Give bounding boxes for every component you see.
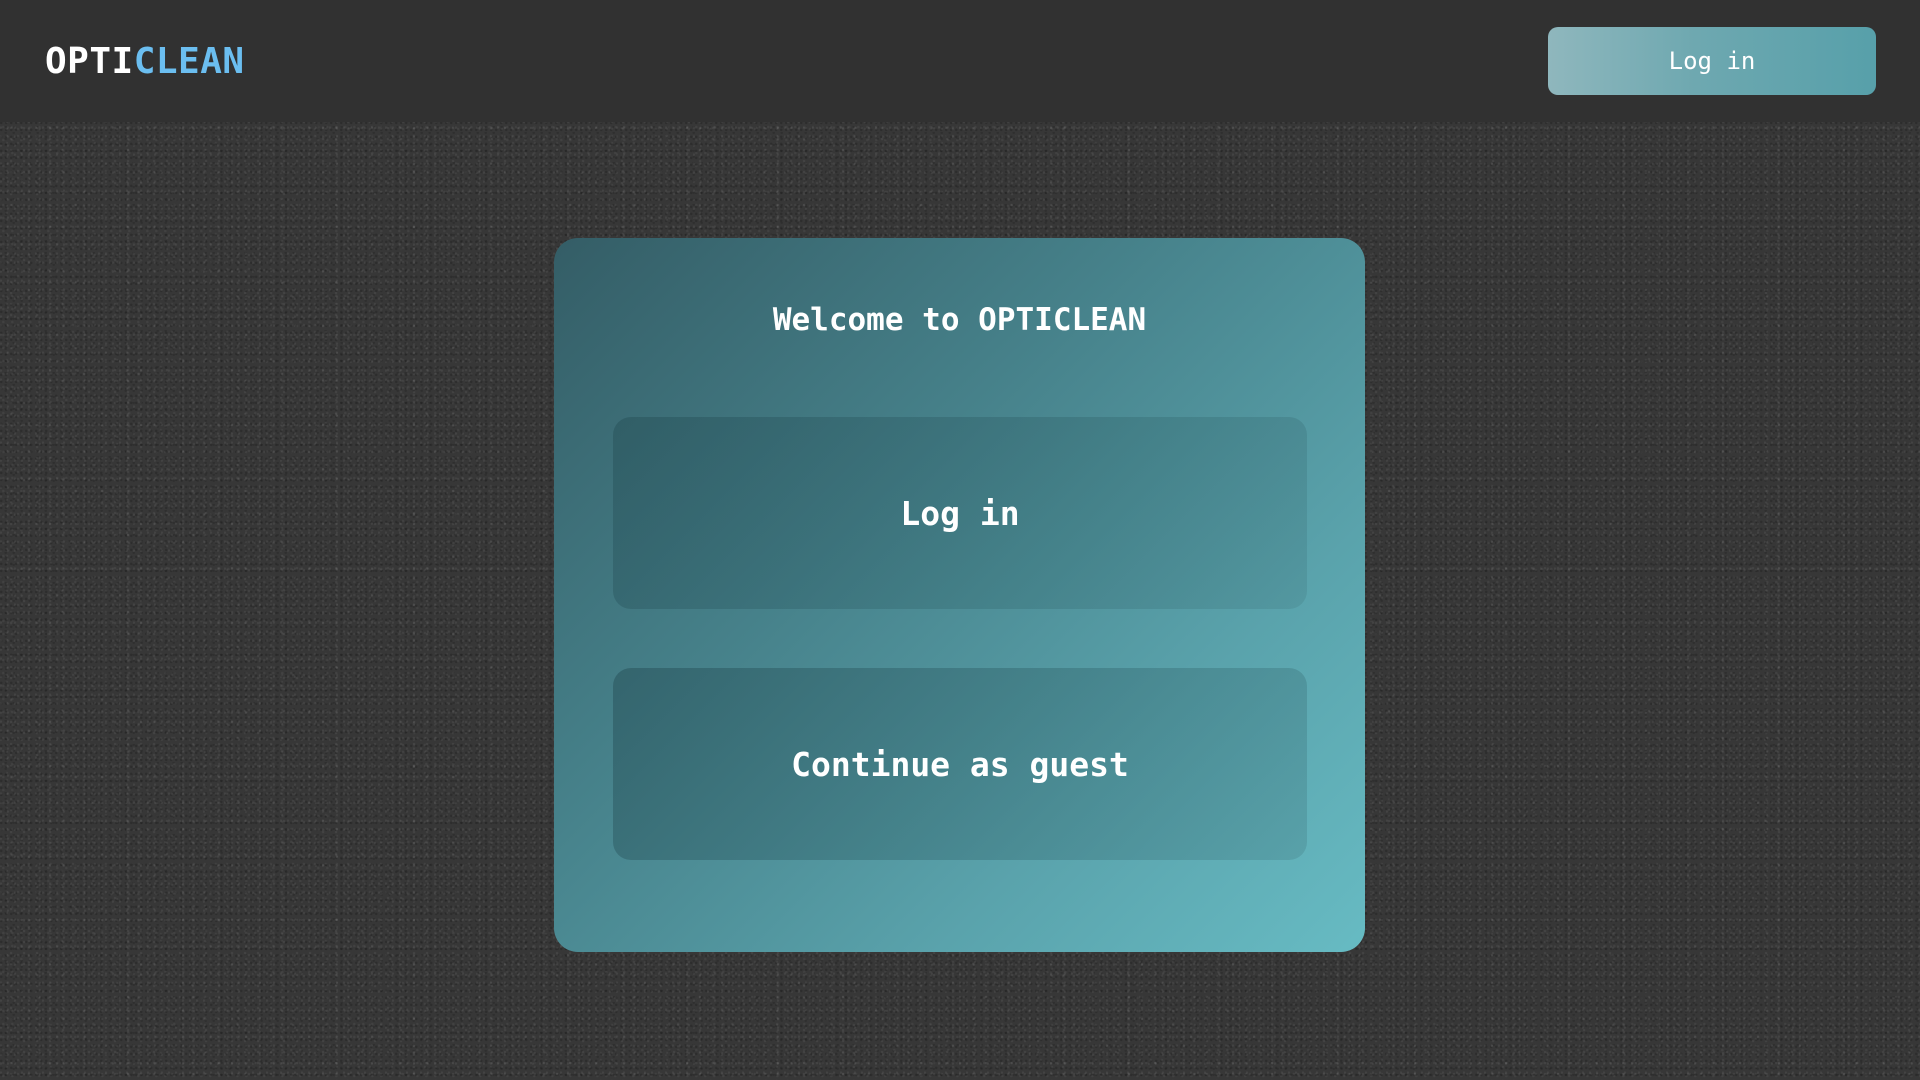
login-button[interactable]: Log in bbox=[613, 417, 1307, 609]
brand-logo[interactable]: OPTICLEAN bbox=[45, 41, 245, 83]
continue-as-guest-button[interactable]: Continue as guest bbox=[613, 668, 1307, 860]
welcome-title: Welcome to OPTICLEAN bbox=[772, 302, 1147, 338]
brand-text-opti: OPTI bbox=[45, 41, 134, 82]
header-login-button[interactable]: Log in bbox=[1548, 27, 1876, 95]
welcome-card: Welcome to OPTICLEAN Log in Continue as … bbox=[554, 238, 1365, 952]
top-bar: OPTICLEAN Log in bbox=[0, 0, 1920, 122]
brand-text-clean: CLEAN bbox=[133, 41, 245, 82]
